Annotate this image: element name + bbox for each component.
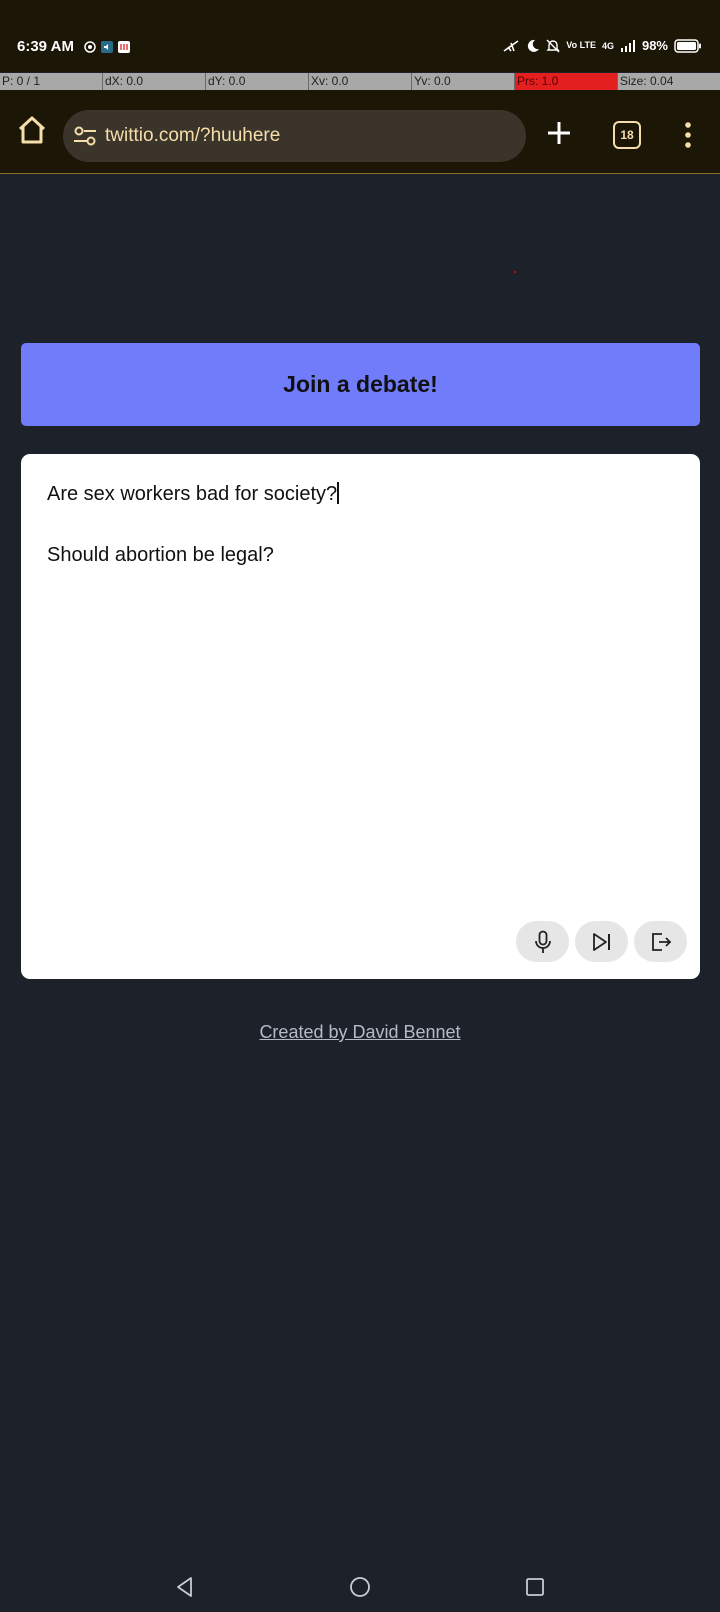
- topics-card: Are sex workers bad for society? Should …: [21, 454, 700, 979]
- moon-icon: [528, 39, 540, 52]
- battery-icon: [674, 38, 701, 53]
- skip-button[interactable]: [575, 921, 628, 962]
- debug-pointer: P: 0 / 1: [0, 73, 103, 90]
- join-debate-button[interactable]: Join a debate!: [21, 343, 700, 426]
- home-icon[interactable]: [14, 112, 50, 148]
- speaker-icon: [101, 41, 113, 53]
- recents-icon[interactable]: [524, 1576, 546, 1598]
- mute-icon: [546, 39, 560, 52]
- home-nav-icon[interactable]: [349, 1576, 371, 1598]
- back-icon[interactable]: [174, 1576, 196, 1598]
- battery-percent: 98%: [641, 38, 668, 53]
- status-bar: 6:39 AM Vo LTE 4G 98%: [0, 0, 720, 72]
- debug-yv: Yv: 0.0: [412, 73, 515, 90]
- record-icon: [84, 41, 96, 53]
- debug-dy: dY: 0.0: [206, 73, 309, 90]
- topic-item[interactable]: Should abortion be legal?: [47, 544, 274, 567]
- text-cursor: [337, 482, 340, 504]
- equalizer-icon: [118, 41, 130, 53]
- url-bar[interactable]: twittio.com/?huuhere: [63, 110, 526, 162]
- debug-dx: dX: 0.0: [103, 73, 206, 90]
- debug-pressure: Prs: 1.0: [515, 73, 618, 90]
- debug-size: Size: 0.04: [620, 74, 674, 88]
- browser-toolbar: twittio.com/?huuhere 18: [0, 90, 720, 174]
- topic-item[interactable]: Are sex workers bad for society?: [47, 482, 340, 506]
- microphone-icon: [534, 930, 551, 953]
- status-right: Vo LTE 4G 98%: [502, 38, 702, 53]
- status-time: 6:39 AM: [17, 38, 74, 55]
- exit-icon: [651, 932, 671, 951]
- stray-pixel: [514, 271, 516, 273]
- url-text[interactable]: twittio.com/?huuhere: [105, 125, 280, 147]
- pointer-debug-bar: P: 0 / 1 dX: 0.0 dY: 0.0 Xv: 0.0 Yv: 0.0…: [0, 73, 720, 90]
- network-label: 4G: [601, 40, 614, 51]
- more-vert-icon[interactable]: [676, 120, 700, 150]
- credit-link[interactable]: Created by David Bennet: [0, 1022, 720, 1043]
- leave-button[interactable]: [634, 921, 687, 962]
- tune-icon[interactable]: [73, 125, 97, 147]
- signal-off-icon: [503, 39, 519, 52]
- topic-text: Are sex workers bad for society?: [47, 483, 338, 505]
- volte-label: Vo LTE: [566, 40, 596, 50]
- skip-next-icon: [592, 932, 610, 951]
- mic-button[interactable]: [516, 921, 569, 962]
- notification-icons: [84, 41, 130, 53]
- tab-switcher-button[interactable]: 18: [613, 121, 641, 149]
- system-nav-bar: [0, 1560, 720, 1612]
- signal-icon: [620, 39, 635, 52]
- plus-icon[interactable]: [544, 118, 574, 148]
- debug-xv: Xv: 0.0: [309, 73, 412, 90]
